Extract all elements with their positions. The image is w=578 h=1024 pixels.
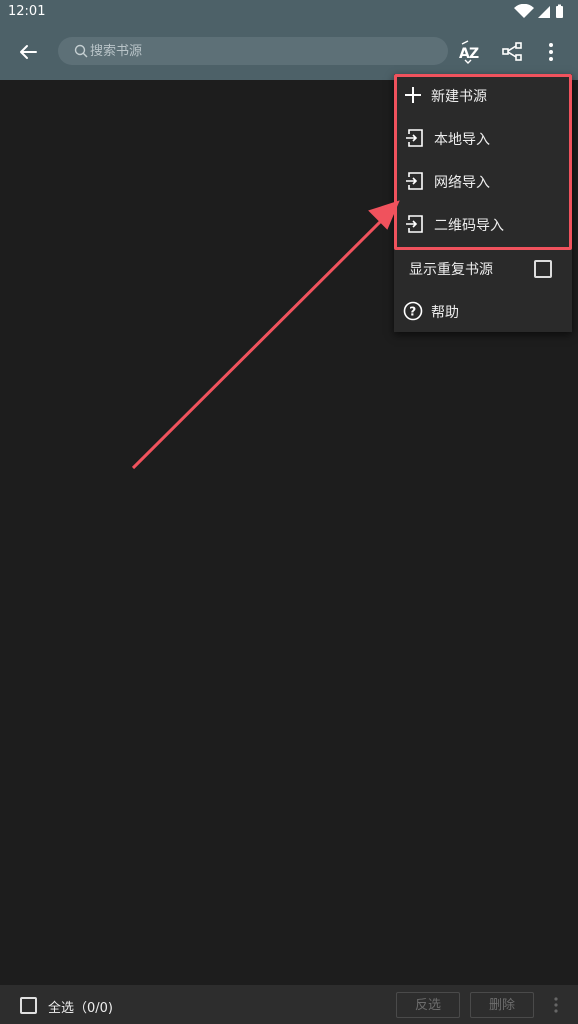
more-vert-icon[interactable] xyxy=(537,38,565,66)
select-all-checkbox[interactable] xyxy=(20,997,37,1014)
wifi-icon xyxy=(514,4,534,18)
search-box[interactable] xyxy=(58,37,448,65)
app-bar: A Z xyxy=(0,24,578,80)
menu-item-show-duplicates[interactable]: 显示重复书源 xyxy=(394,247,572,290)
menu-item-local-import[interactable]: 本地导入 xyxy=(394,117,572,160)
menu-item-new-source[interactable]: 新建书源 xyxy=(394,74,572,117)
back-arrow-icon[interactable] xyxy=(14,38,42,66)
status-time: 12:01 xyxy=(8,4,46,19)
screen: 12:01 A Z xyxy=(0,0,578,1024)
battery-icon xyxy=(556,6,563,18)
import-icon xyxy=(406,172,423,190)
search-icon xyxy=(74,44,88,58)
menu-item-label: 本地导入 xyxy=(434,132,490,148)
signal-icon xyxy=(538,6,550,18)
menu-item-label: 帮助 xyxy=(431,305,459,321)
bottom-action-bar: 全选（0/0) 反选 删除 xyxy=(0,985,578,1024)
more-vert-icon[interactable] xyxy=(546,995,566,1015)
status-bar: 12:01 xyxy=(0,0,578,24)
menu-item-qr-import[interactable]: 二维码导入 xyxy=(394,203,572,246)
sort-az-icon[interactable]: A Z xyxy=(456,38,484,66)
import-icon xyxy=(406,215,423,233)
checkbox-icon[interactable] xyxy=(534,260,552,278)
menu-item-label: 网络导入 xyxy=(434,175,490,191)
invert-selection-button[interactable]: 反选 xyxy=(396,992,460,1018)
delete-button[interactable]: 删除 xyxy=(470,992,534,1018)
menu-item-label: 显示重复书源 xyxy=(409,262,493,278)
overflow-menu: 新建书源 本地导入 网络导入 二维码导入 显示重复书源 ? 帮助 xyxy=(394,74,572,332)
select-all-label: 全选（0/0) xyxy=(48,1001,113,1016)
search-input[interactable] xyxy=(90,41,430,61)
menu-item-label: 新建书源 xyxy=(431,89,487,105)
share-nodes-icon[interactable] xyxy=(499,38,527,66)
svg-text:?: ? xyxy=(409,305,416,319)
menu-item-help[interactable]: ? 帮助 xyxy=(394,290,572,333)
menu-item-label: 二维码导入 xyxy=(434,218,504,234)
status-icons xyxy=(514,4,563,18)
menu-item-network-import[interactable]: 网络导入 xyxy=(394,160,572,203)
plus-icon xyxy=(405,87,421,103)
import-icon xyxy=(406,129,423,147)
help-circle-icon: ? xyxy=(403,301,423,321)
